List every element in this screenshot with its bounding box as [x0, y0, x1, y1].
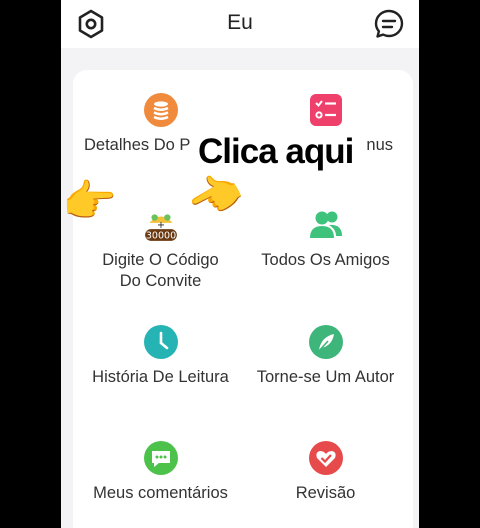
review-label: Revisão [295, 484, 356, 502]
page-title: Eu [227, 11, 253, 34]
all-friends-item[interactable]: Todos Os Amigos [238, 208, 413, 271]
phone-screen: Eu Detalhes Do P nus 30000 + Digite O Có… [61, 0, 419, 528]
all-friends-label: Todos Os Amigos [261, 251, 390, 269]
invite-code-label: Digite O Código Do Convite [102, 251, 219, 290]
my-comments-label: Meus comentários [93, 484, 228, 502]
quill-icon [308, 325, 343, 359]
my-comments-item[interactable]: Meus comentários [73, 441, 248, 504]
reading-history-label: História De Leitura [92, 368, 229, 386]
svg-text:+: + [157, 220, 165, 231]
become-author-item[interactable]: Torne-se Um Autor [238, 325, 413, 388]
coins-icon [143, 93, 178, 127]
reading-history-item[interactable]: História De Leitura [73, 325, 248, 388]
clock-icon [143, 325, 178, 359]
review-item[interactable]: Revisão [238, 441, 413, 504]
pointing-hand-right-icon: 👉 [62, 177, 117, 226]
task-list-icon [309, 94, 342, 126]
messages-icon[interactable] [373, 8, 405, 40]
friends-icon [309, 211, 342, 238]
invite-badge-amount: 30000 [145, 231, 175, 242]
top-bar: Eu [61, 0, 419, 48]
comment-icon [143, 441, 178, 475]
become-author-label: Torne-se Um Autor [256, 368, 395, 386]
gift-badge-icon: 30000 + [144, 214, 177, 242]
review-heart-icon [308, 441, 343, 475]
